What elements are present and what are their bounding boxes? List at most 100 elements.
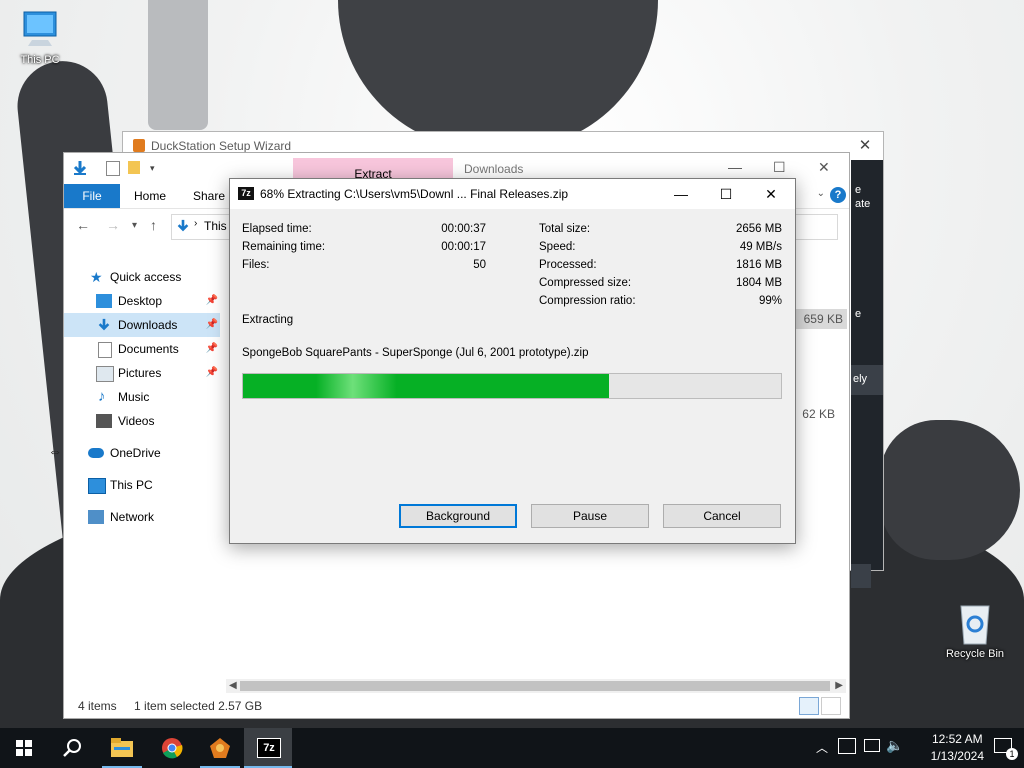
large-icons-view-icon[interactable]	[821, 697, 841, 715]
new-folder-icon[interactable]	[128, 161, 140, 174]
security-warning-icon[interactable]	[838, 738, 856, 754]
customize-chevron-icon[interactable]: ▾	[150, 163, 155, 174]
chrome-icon	[162, 738, 183, 759]
progress-fill	[243, 374, 609, 398]
pictures-icon	[96, 366, 114, 382]
stat-label: Total size:	[539, 223, 591, 235]
start-button[interactable]	[0, 728, 48, 768]
help-icon[interactable]: ?	[830, 187, 846, 203]
onedrive-cloud-icon	[88, 448, 104, 458]
tab-file[interactable]: File	[64, 184, 120, 208]
cancel-button[interactable]: Cancel	[663, 504, 781, 528]
nav-quick-access[interactable]: ★ Quick access	[64, 265, 220, 289]
start-icon	[16, 740, 32, 756]
forward-arrow-icon[interactable]: →	[106, 217, 120, 233]
view-toggle	[797, 697, 841, 718]
taskbar-7zip[interactable]: 7z	[244, 728, 292, 768]
stat-value: 1804 MB	[735, 277, 782, 289]
nav-label: Music	[118, 390, 150, 404]
close-button[interactable]: ✕	[818, 159, 830, 176]
duckstation-side-button[interactable]: ely	[851, 365, 883, 395]
taskbar-duckstation[interactable]	[196, 728, 244, 768]
stat-label: Speed:	[539, 241, 576, 253]
file-explorer-icon	[111, 738, 133, 757]
scrollbar-thumb[interactable]	[240, 681, 830, 691]
nav-label: Documents	[118, 342, 179, 356]
download-arrow-icon	[73, 161, 87, 175]
maximize-button[interactable]: ☐	[703, 179, 749, 209]
breadcrumb-this-pc[interactable]: This	[204, 219, 227, 233]
desktop-icon-recycle-bin[interactable]: Recycle Bin	[940, 600, 1010, 660]
pin-icon[interactable]: 📌	[206, 361, 218, 385]
duckstation-close-button[interactable]: ✕	[855, 132, 875, 160]
nav-item-videos[interactable]: Videos	[64, 409, 220, 433]
ribbon-expand-chevron-icon[interactable]: ⌄	[817, 188, 825, 199]
nav-item-this-pc[interactable]: This PC	[64, 473, 220, 497]
pin-icon[interactable]: 📌	[206, 289, 218, 313]
nav-item-onedrive[interactable]: OneDrive	[64, 441, 220, 465]
nav-item-downloads[interactable]: Downloads 📌	[64, 313, 220, 337]
notification-center-button[interactable]: 1	[994, 736, 1018, 760]
nav-item-pictures[interactable]: Pictures 📌	[64, 361, 220, 385]
network-icon[interactable]	[864, 739, 880, 752]
desktop-icon-this-pc[interactable]: This PC	[5, 10, 75, 66]
status-item-count: 4 items	[78, 699, 117, 713]
extraction-progress-bar	[242, 373, 782, 399]
stat-label: Files:	[242, 259, 270, 271]
resize-cursor-icon: ⇔	[48, 443, 62, 459]
background-button[interactable]: Background	[399, 504, 517, 528]
scroll-left-arrow-icon[interactable]: ◀	[229, 679, 237, 693]
nav-item-desktop[interactable]: Desktop 📌	[64, 289, 220, 313]
pause-button[interactable]: Pause	[531, 504, 649, 528]
properties-icon[interactable]	[106, 161, 120, 176]
tab-share[interactable]: Share	[193, 184, 225, 208]
maximize-button[interactable]: ☐	[773, 159, 786, 176]
nav-label: Desktop	[118, 294, 163, 308]
up-arrow-icon[interactable]: ↑	[150, 217, 157, 233]
star-icon: ★	[90, 269, 103, 285]
show-hidden-icons-chevron-icon[interactable]: ︿	[816, 739, 828, 756]
search-icon	[63, 739, 81, 757]
duckstation-icon	[133, 139, 145, 152]
stat-value: 2656 MB	[735, 223, 782, 235]
duckstation-side-text: e	[855, 308, 862, 320]
dialog-titlebar[interactable]: 7z 68% Extracting C:\Users\vm5\Downl ...…	[230, 179, 795, 209]
current-file-name: SpongeBob SquarePants - SuperSponge (Jul…	[242, 347, 589, 359]
status-bar: 4 items 1 item selected 2.57 GB	[78, 699, 276, 713]
search-button[interactable]	[48, 728, 96, 768]
stat-value: 00:00:37	[441, 223, 486, 235]
sevenzip-icon: 7z	[238, 187, 254, 200]
nav-item-music[interactable]: ♪ Music	[64, 385, 220, 409]
nav-item-documents[interactable]: Documents 📌	[64, 337, 220, 361]
sevenzip-progress-dialog[interactable]: 7z 68% Extracting C:\Users\vm5\Downl ...…	[229, 178, 796, 544]
pin-icon[interactable]: 📌	[206, 337, 218, 361]
dialog-title: 68% Extracting C:\Users\vm5\Downl ... Fi…	[260, 187, 569, 201]
pin-icon[interactable]: 📌	[206, 313, 218, 337]
horizontal-scrollbar[interactable]: ◀ ▶	[226, 679, 846, 693]
volume-muted-icon[interactable]: 🔈	[886, 737, 903, 754]
details-view-icon[interactable]	[799, 697, 819, 715]
duckstation-title: DuckStation Setup Wizard	[151, 139, 292, 153]
stat-label: Processed:	[539, 259, 597, 271]
system-clock[interactable]: 12:52 AM 1/13/2024	[931, 731, 984, 765]
nav-label: Network	[110, 510, 155, 524]
scroll-right-arrow-icon[interactable]: ▶	[835, 679, 843, 693]
recycle-bin-icon	[960, 605, 990, 645]
nav-item-network[interactable]: Network	[64, 505, 220, 529]
stat-label: Compressed size:	[539, 277, 632, 289]
stat-label: Compression ratio:	[539, 295, 636, 307]
stat-value: 99%	[758, 295, 782, 307]
minimize-button[interactable]: —	[658, 179, 704, 209]
tab-home[interactable]: Home	[134, 184, 166, 208]
duckstation-next-button[interactable]	[851, 564, 871, 588]
desktop-icon-label: This PC	[20, 54, 60, 66]
minimize-button[interactable]: —	[728, 159, 742, 175]
back-arrow-icon[interactable]: ←	[76, 217, 90, 233]
close-button[interactable]: ✕	[748, 179, 794, 209]
stat-value: 49 MB/s	[739, 241, 782, 253]
nav-label: Pictures	[118, 366, 162, 380]
recent-locations-chevron-icon[interactable]: ▾	[132, 220, 137, 231]
taskbar-chrome[interactable]	[148, 728, 196, 768]
taskbar-file-explorer[interactable]	[98, 728, 146, 768]
downloads-folder-icon	[177, 219, 189, 232]
